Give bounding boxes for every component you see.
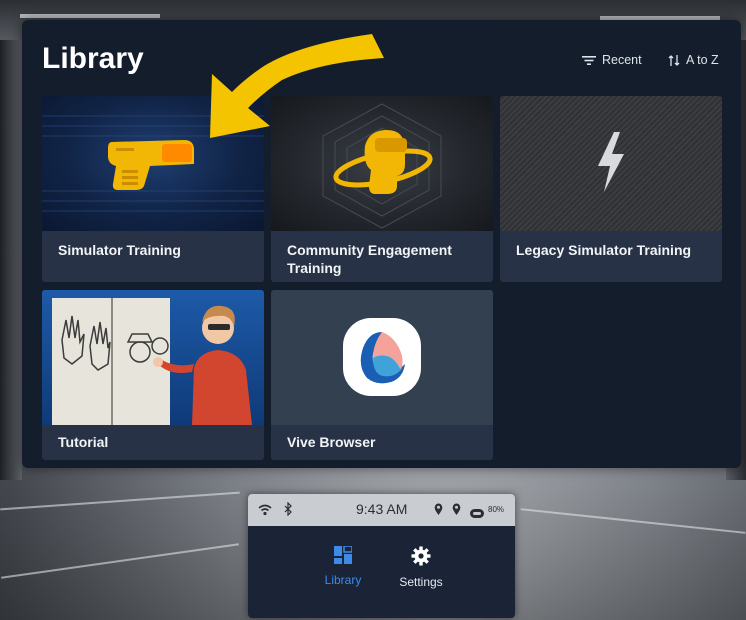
- tile-thumbnail: [42, 96, 264, 231]
- nav-settings-button[interactable]: Settings: [396, 546, 446, 589]
- floor-line: [520, 508, 746, 534]
- tile-simulator-training[interactable]: Simulator Training: [42, 96, 264, 282]
- sort-lines-icon: [582, 55, 596, 66]
- tile-thumbnail: [271, 290, 493, 425]
- system-taskbar: 9:43 AM 80% Library Settings: [248, 494, 515, 618]
- floor-line: [0, 491, 240, 511]
- wifi-icon: [258, 503, 272, 521]
- tile-thumbnail: [271, 96, 493, 231]
- lightning-bolt-icon: [594, 130, 628, 199]
- tile-vive-browser[interactable]: Vive Browser: [271, 290, 493, 460]
- tile-community-engagement-training[interactable]: Community Engagement Training: [271, 96, 493, 282]
- taser-icon: [102, 134, 202, 199]
- status-time: 9:43 AM: [356, 501, 408, 517]
- vr-headset-head-icon: [331, 124, 435, 209]
- tutorial-illustration: [52, 298, 252, 425]
- status-bar: 9:43 AM 80%: [248, 494, 515, 526]
- nav-library-label: Library: [324, 573, 362, 587]
- bluetooth-icon: [284, 501, 292, 521]
- floor-line: [1, 543, 239, 579]
- sort-recent-button[interactable]: Recent: [582, 53, 642, 67]
- library-panel: Library Recent A to Z Simulator Training…: [22, 20, 741, 468]
- sort-recent-label: Recent: [602, 53, 642, 67]
- tile-thumbnail: [500, 96, 722, 231]
- battery-percent: 80%: [488, 505, 505, 514]
- nav-library-button[interactable]: Library: [320, 545, 366, 587]
- vive-browser-icon: [343, 318, 421, 401]
- tile-tutorial[interactable]: Tutorial: [42, 290, 264, 460]
- location-pin-icon: [434, 503, 443, 521]
- tile-thumbnail: [42, 290, 264, 425]
- ceiling-light: [20, 14, 160, 18]
- sort-alpha-label: A to Z: [686, 53, 719, 67]
- tile-legacy-simulator-training[interactable]: Legacy Simulator Training: [500, 96, 722, 282]
- tile-label: Vive Browser: [287, 434, 376, 450]
- sort-updown-icon: [668, 54, 680, 67]
- battery-icon: [470, 505, 484, 523]
- tile-label: Tutorial: [58, 434, 109, 450]
- tile-label: Legacy Simulator Training: [516, 242, 692, 258]
- wall-pillar-left: [0, 40, 22, 480]
- library-grid-icon: [334, 545, 353, 567]
- tile-label: Community Engagement Training: [287, 242, 452, 276]
- page-title: Library: [42, 42, 144, 75]
- sort-alpha-button[interactable]: A to Z: [668, 53, 719, 67]
- nav-settings-label: Settings: [399, 575, 443, 589]
- tile-label: Simulator Training: [58, 242, 181, 258]
- location-pin-icon: [452, 503, 461, 521]
- settings-gear-icon: [411, 546, 431, 569]
